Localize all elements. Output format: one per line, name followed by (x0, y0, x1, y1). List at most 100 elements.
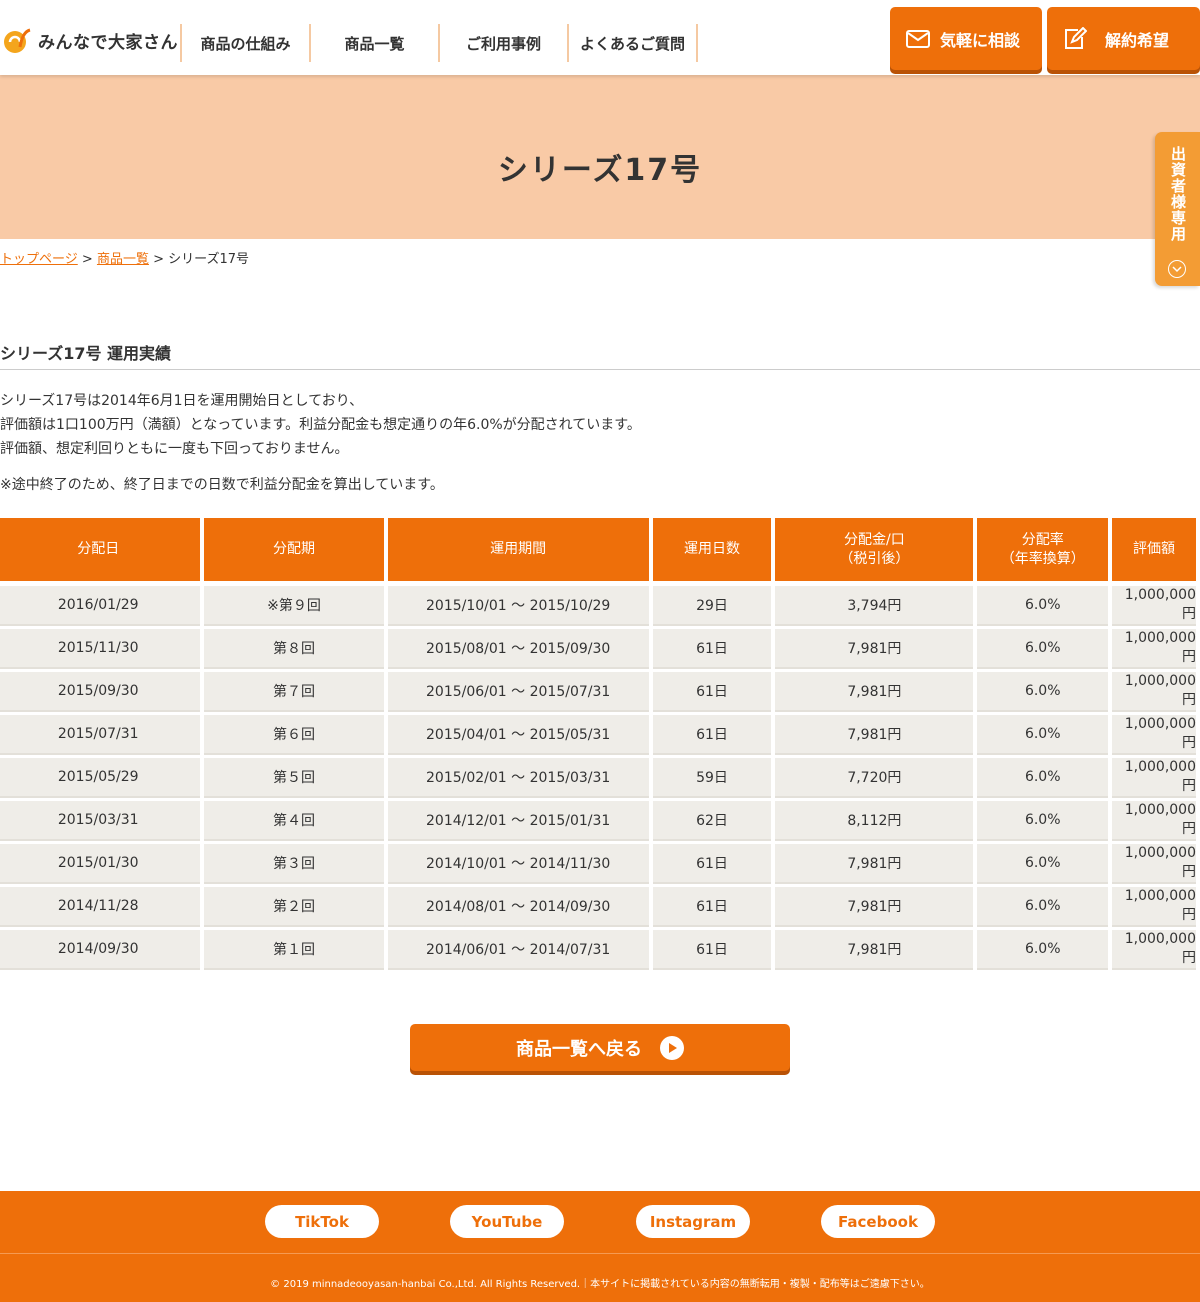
cell-distribution-amount: 7,981円 (775, 672, 974, 710)
cell-operation-period: 2015/06/01 ～ 2015/07/31 (387, 672, 649, 710)
cell-distribution-date: 2015/09/30 (0, 672, 201, 710)
cell-operation-days: 61日 (652, 715, 772, 753)
cell-distribution-amount: 7,981円 (775, 844, 974, 882)
site-logo[interactable]: みんなで大家さん (2, 22, 178, 58)
cancel-request-button[interactable]: 解約希望 (1047, 7, 1200, 70)
cancel-request-button-label: 解約希望 (1105, 30, 1170, 50)
envelope-icon (906, 29, 930, 48)
cell-operation-days: 61日 (652, 930, 772, 968)
cell-distribution-amount: 7,981円 (775, 715, 974, 753)
cell-operation-period: 2015/10/01 ～ 2015/10/29 (387, 586, 649, 624)
instagram-link[interactable]: Instagram (636, 1205, 750, 1238)
cell-period-number: 第１回 (204, 930, 384, 968)
breadcrumb-products-link[interactable]: 商品一覧 (97, 252, 149, 267)
cell-distribution-date: 2015/05/29 (0, 758, 201, 796)
cell-distribution-amount: 7,981円 (775, 930, 974, 968)
table-row: 2015/09/30 第７回 2015/06/01 ～ 2015/07/31 61日 7… (0, 672, 1196, 710)
main-nav: 商品の仕組み 商品一覧 ご利用事例 よくあるご質問 (180, 24, 698, 62)
cell-valuation: 1,000,000円 (1112, 672, 1196, 710)
youtube-link[interactable]: YouTube (450, 1205, 564, 1238)
cell-valuation: 1,000,000円 (1112, 586, 1196, 624)
column-header-operation-days: 運用日数 (652, 518, 772, 581)
description-line: シリーズ17号は2014年6月1日を運用開始日としており、 (0, 393, 364, 409)
cell-period-number: 第８回 (204, 629, 384, 667)
cell-distribution-date: 2015/03/31 (0, 801, 201, 839)
table-row: 2015/05/29 第５回 2015/02/01 ～ 2015/03/31 59日 7… (0, 758, 1196, 796)
breadcrumb-current: シリーズ17号 (168, 252, 250, 267)
section-divider (0, 369, 1200, 370)
breadcrumb-home-link[interactable]: トップページ (0, 252, 78, 267)
cell-valuation: 1,000,000円 (1112, 801, 1196, 839)
table-row: 2014/11/28 第２回 2014/08/01 ～ 2014/09/30 61日 7… (0, 887, 1196, 925)
table-row: 2015/01/30 第３回 2014/10/01 ～ 2014/11/30 61日 7… (0, 844, 1196, 882)
column-header-valuation: 評価額 (1112, 518, 1196, 581)
site-footer: TikTok YouTube Instagram Facebook © 2019… (0, 1191, 1200, 1302)
cell-distribution-rate: 6.0% (977, 715, 1109, 753)
cell-operation-period: 2014/08/01 ～ 2014/09/30 (387, 887, 649, 925)
consult-button-label: 気軽に相談 (940, 30, 1021, 50)
arrow-right-icon (660, 1035, 684, 1060)
cell-operation-days: 62日 (652, 801, 772, 839)
cell-operation-period: 2015/02/01 ～ 2015/03/31 (387, 758, 649, 796)
cell-distribution-amount: 8,112円 (775, 801, 974, 839)
cell-period-number: 第５回 (204, 758, 384, 796)
cell-distribution-amount: 7,720円 (775, 758, 974, 796)
table-row: 2015/03/31 第４回 2014/12/01 ～ 2015/01/31 62日 8… (0, 801, 1196, 839)
description-line: 評価額、想定利回りともに一度も下回っておりません。 (0, 441, 349, 457)
nav-item-faq[interactable]: よくあるご質問 (567, 24, 698, 62)
cell-distribution-date: 2014/09/30 (0, 930, 201, 968)
cell-period-number: 第６回 (204, 715, 384, 753)
cell-distribution-rate: 6.0% (977, 930, 1109, 968)
logo-text: みんなで大家さん (38, 32, 178, 53)
back-to-products-button[interactable]: 商品一覧へ戻る (410, 1024, 790, 1071)
cell-period-number: 第２回 (204, 887, 384, 925)
cell-operation-days: 61日 (652, 844, 772, 882)
breadcrumb: トップページ > 商品一覧 > シリーズ17号 (0, 248, 249, 267)
cell-operation-period: 2014/12/01 ～ 2015/01/31 (387, 801, 649, 839)
cell-valuation: 1,000,000円 (1112, 930, 1196, 968)
cell-distribution-rate: 6.0% (977, 758, 1109, 796)
facebook-link[interactable]: Facebook (821, 1205, 935, 1238)
column-header-distribution-rate: 分配率 （年率換算） (977, 518, 1109, 581)
tiktok-link[interactable]: TikTok (265, 1205, 379, 1238)
cell-distribution-rate: 6.0% (977, 586, 1109, 624)
back-to-products-label: 商品一覧へ戻る (516, 1038, 642, 1060)
cell-distribution-amount: 7,981円 (775, 629, 974, 667)
cell-period-number: 第７回 (204, 672, 384, 710)
cell-distribution-amount: 7,981円 (775, 887, 974, 925)
cell-valuation: 1,000,000円 (1112, 758, 1196, 796)
performance-table: 分配日 分配期 運用期間 運用日数 分配金/口 （税引後） 分配率 （年率換算） 評… (0, 513, 1200, 973)
cell-operation-days: 59日 (652, 758, 772, 796)
nav-item-products[interactable]: 商品一覧 (309, 24, 438, 62)
consult-button[interactable]: 気軽に相談 (890, 7, 1042, 70)
column-header-operation-period: 運用期間 (387, 518, 649, 581)
cell-operation-period: 2015/08/01 ～ 2015/09/30 (387, 629, 649, 667)
table-row: 2015/07/31 第６回 2015/04/01 ～ 2015/05/31 61日 7… (0, 715, 1196, 753)
cell-valuation: 1,000,000円 (1112, 887, 1196, 925)
cell-period-number: 第３回 (204, 844, 384, 882)
nav-item-mechanism[interactable]: 商品の仕組み (180, 24, 309, 62)
page-hero: シリーズ17号 (0, 75, 1200, 239)
logo-mark-icon (4, 28, 31, 53)
cell-valuation: 1,000,000円 (1112, 844, 1196, 882)
breadcrumb-separator: > (153, 252, 164, 267)
chevron-down-icon (1168, 260, 1186, 278)
cell-distribution-date: 2014/11/28 (0, 887, 201, 925)
investor-only-tab[interactable]: 出資者様専用 (1155, 132, 1200, 286)
cell-valuation: 1,000,000円 (1112, 629, 1196, 667)
nav-item-cases[interactable]: ご利用事例 (438, 24, 567, 62)
cell-distribution-rate: 6.0% (977, 887, 1109, 925)
copyright-text: © 2019 minnadeooyasan-hanbai Co.,Ltd. Al… (270, 1279, 930, 1290)
cell-distribution-amount: 3,794円 (775, 586, 974, 624)
breadcrumb-separator: > (81, 252, 93, 267)
cell-period-number: 第４回 (204, 801, 384, 839)
cell-operation-days: 61日 (652, 672, 772, 710)
cell-distribution-rate: 6.0% (977, 629, 1109, 667)
table-row: 2015/11/30 第８回 2015/08/01 ～ 2015/09/30 61日 7… (0, 629, 1196, 667)
cell-distribution-date: 2015/01/30 (0, 844, 201, 882)
cell-distribution-rate: 6.0% (977, 672, 1109, 710)
investor-only-tab-label: 出資者様専用 (1169, 146, 1187, 242)
table-row: 2014/09/30 第１回 2014/06/01 ～ 2014/07/31 61日 7… (0, 930, 1196, 968)
section-note: ※途中終了のため、終了日までの日数で利益分配金を算出しています。 (0, 477, 444, 493)
cell-operation-period: 2015/04/01 ～ 2015/05/31 (387, 715, 649, 753)
